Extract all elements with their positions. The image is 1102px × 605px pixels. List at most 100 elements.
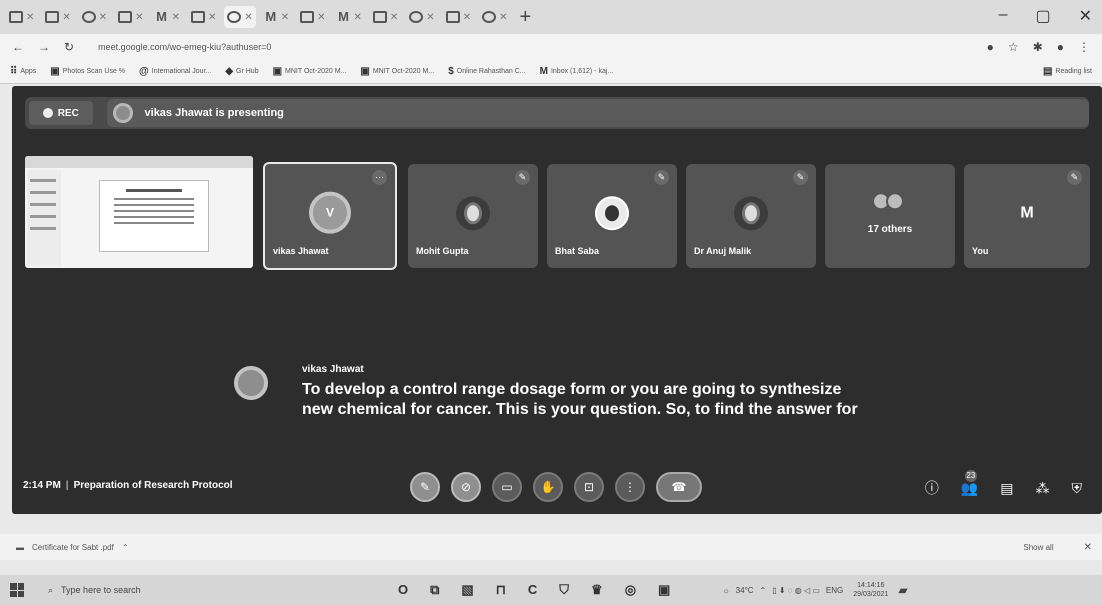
bookmark-item[interactable]: M Inbox (1,612) - kaj... [540,66,614,77]
app-icon[interactable]: C [528,582,537,598]
mic-muted-icon: ✎ [515,170,530,185]
tray-icons[interactable]: ▯ ⬇ ◌ ◍ ◁ ▭ [772,586,820,595]
chevron-up-icon[interactable]: ⌃ [122,543,129,552]
reload-icon[interactable]: ↻ [64,40,74,54]
menu-kebab-icon[interactable]: ⋮ [1078,40,1090,54]
cortana-icon[interactable]: O [398,582,408,598]
app-icon[interactable]: ▧ [461,582,473,598]
bookmark-item[interactable]: ◆ Gr Hub [225,66,258,77]
record-indicator-icon[interactable]: ● [987,40,994,54]
close-tab-icon[interactable]: ✕ [62,12,70,23]
gmail-icon: M [338,9,349,24]
gmail-icon: M [539,66,548,77]
app-icon[interactable]: ⊓ [496,582,506,598]
close-tab-icon[interactable]: ✕ [135,12,143,23]
participant-tile[interactable]: ✎ Dr Anuj Malik [686,164,816,268]
app-icon[interactable]: ▣ [658,582,670,598]
browser-tab[interactable]: M ✕ [261,6,292,28]
url-field[interactable]: meet.google.com/wo-emeg-kiu?authuser=0 [88,38,973,56]
browser-tab[interactable]: ✕ [479,6,510,28]
extensions-icon[interactable]: ✱ [1033,40,1043,54]
weather-icon[interactable]: ☼ [722,586,729,595]
others-tile[interactable]: 17 others [825,164,955,268]
close-tab-icon[interactable]: ✕ [354,12,362,23]
participant-tile[interactable]: ⋯ V vikas Jhawat [263,162,397,270]
presenting-banner: vikas Jhawat is presenting [106,99,1089,127]
show-all-button[interactable]: Show all [1023,543,1053,552]
browser-tab[interactable]: M ✕ [334,6,365,28]
tab-favicon-icon [190,11,205,23]
close-tab-icon[interactable]: ✕ [463,12,471,23]
close-tab-icon[interactable]: ✕ [99,12,107,23]
minimize-button[interactable]: – [999,6,1008,26]
close-tab-icon[interactable]: ✕ [317,12,325,23]
bookmark-item[interactable]: ▣ MNIT Oct-2020 M... [360,66,434,77]
browser-tab[interactable]: ✕ [406,6,437,28]
browser-tab[interactable]: ✕ [443,6,474,28]
more-options-button[interactable]: ⋮ [615,472,645,502]
close-tab-icon[interactable]: ✕ [390,12,398,23]
bookmark-star-icon[interactable]: ☆ [1008,40,1019,54]
browser-tab[interactable]: ✕ [6,6,37,28]
info-icon[interactable]: ⓘ [925,478,939,498]
chrome-icon[interactable]: ◎ [625,582,636,598]
recording-badge[interactable]: REC [29,101,93,125]
close-tab-icon[interactable]: ✕ [208,12,216,23]
task-view-icon[interactable]: ⧉ [430,582,439,598]
maximize-button[interactable]: ▢ [1035,6,1050,26]
presentation-thumbnail[interactable] [25,156,253,268]
bookmark-item[interactable]: ▣ MNIT Oct-2020 M... [273,66,347,77]
participant-tile[interactable]: ✎ Bhat Saba [547,164,677,268]
profile-icon[interactable]: ● [1057,40,1064,54]
language-indicator[interactable]: ENG [826,586,843,595]
temperature[interactable]: 34°C [736,586,754,595]
close-tab-icon[interactable]: ✕ [426,12,434,23]
reading-list[interactable]: ▤ Reading list [1043,66,1092,77]
app-icon[interactable]: ♛ [591,582,603,598]
mic-toggle-button[interactable]: ✎ [410,472,440,502]
bookmark-item[interactable]: @ International Jour... [139,66,211,77]
captions-button[interactable]: ▭ [492,472,522,502]
browser-tab[interactable]: ✕ [370,6,401,28]
close-window-button[interactable]: ✕ [1079,6,1092,26]
browser-tab[interactable]: ✕ [297,6,328,28]
present-button[interactable]: ⊡ [574,472,604,502]
activities-icon[interactable]: ⁂ [1036,480,1050,497]
close-tab-icon[interactable]: ✕ [26,12,34,23]
browser-tab[interactable]: ✕ [79,6,110,28]
self-tile[interactable]: ✎ M You [964,164,1090,268]
close-downloads-icon[interactable]: ✕ [1084,542,1092,553]
notifications-icon[interactable]: ▰ [898,583,907,597]
bookmark-item[interactable]: $ Online Rahasthan C... [448,66,525,77]
bookmark-icon: ▣ [50,66,60,77]
forward-icon[interactable]: → [38,40,50,54]
browser-tab[interactable]: ✕ [42,6,73,28]
app-icon[interactable]: ⛉ [559,582,569,598]
close-tab-icon[interactable]: ✕ [499,12,507,23]
browser-tab[interactable]: ✕ [115,6,146,28]
close-tab-icon[interactable]: ✕ [281,12,289,23]
camera-toggle-button[interactable]: ⊘ [451,472,481,502]
bookmark-apps[interactable]: ⠿ Apps [10,66,36,77]
new-tab-button[interactable]: + [519,6,531,29]
bookmark-item[interactable]: ▣ Photos Scan Use % [50,66,125,77]
close-tab-icon[interactable]: ✕ [172,12,180,23]
taskbar-search[interactable]: ⌕ Type here to search [42,578,312,602]
raise-hand-button[interactable]: ✋ [533,472,563,502]
more-options-icon[interactable]: ⋯ [372,170,387,185]
host-controls-icon[interactable]: ⛨ [1072,480,1083,497]
chat-icon[interactable]: ▤ [1000,480,1013,497]
browser-tab[interactable]: ✕ [188,6,219,28]
browser-tab[interactable]: M ✕ [152,6,183,28]
browser-tab-active[interactable]: ✕ [224,6,256,28]
windows-start-icon[interactable] [10,583,24,597]
close-tab-icon[interactable]: ✕ [244,12,252,23]
end-call-button[interactable]: ☎ [656,472,702,502]
tab-favicon-icon [409,11,424,23]
tray-chevron-icon[interactable]: ⌃ [760,586,767,595]
participant-tile[interactable]: ✎ Mohit Gupta [408,164,538,268]
taskbar-clock[interactable]: 14:14:16 29/03/2021 [853,581,888,599]
back-icon[interactable]: ← [12,40,24,54]
download-item[interactable]: Certificate for Sabt .pdf [32,543,114,552]
people-button[interactable]: 👥 23 [961,469,978,497]
